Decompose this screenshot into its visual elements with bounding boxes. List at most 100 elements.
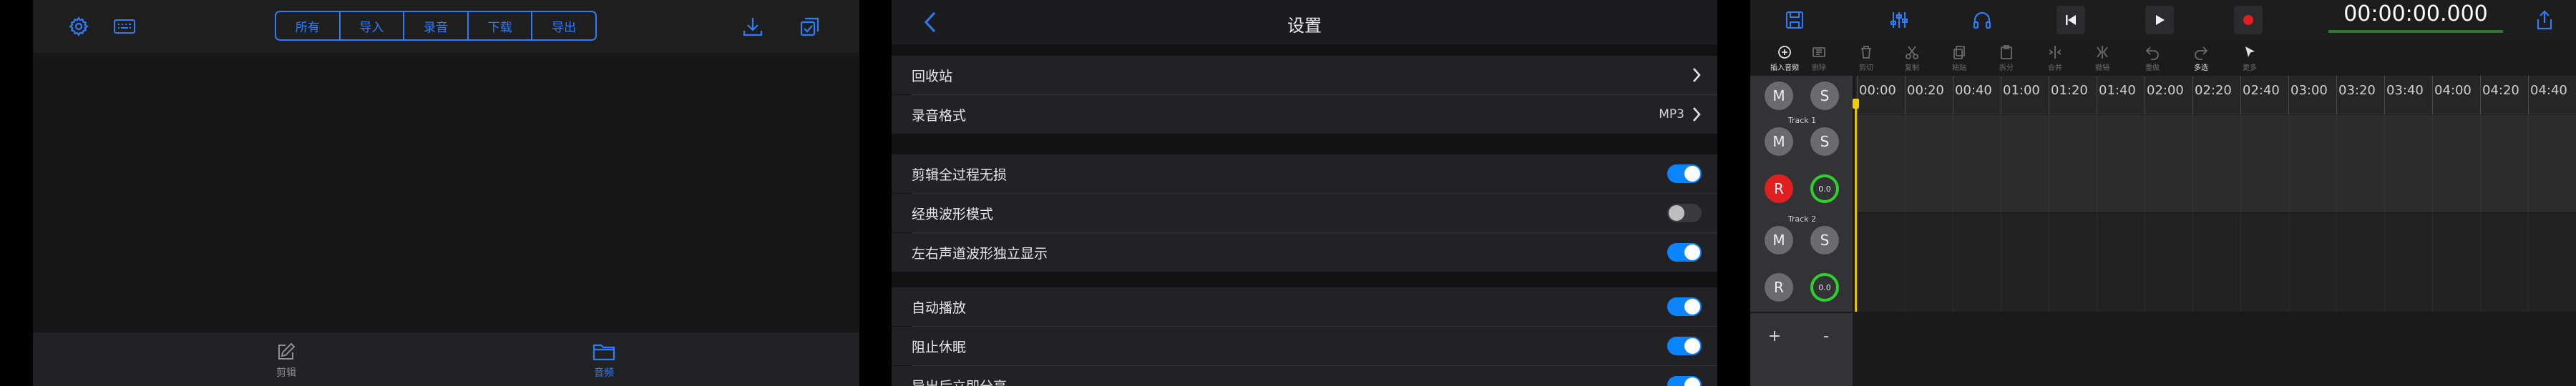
ruler-tick xyxy=(2192,76,2193,114)
setting-label: 回收站 xyxy=(912,68,953,84)
share-after-export-toggle[interactable] xyxy=(1667,376,1702,386)
copy-button[interactable]: 复制 xyxy=(1890,44,1933,72)
split-button[interactable]: 拆分 xyxy=(1985,44,2028,72)
top-bar: 所有 导入 录音 下载 导出 xyxy=(33,0,859,53)
tab-audio[interactable]: 音频 xyxy=(561,341,647,380)
track-1-mute-button[interactable]: M xyxy=(1765,127,1793,156)
cut-label: 剪切 xyxy=(1859,64,1873,72)
share-icon[interactable] xyxy=(2530,6,2559,34)
ruler-tick-label: 01:00 xyxy=(2003,83,2040,98)
track-1-lane[interactable] xyxy=(1855,115,2576,212)
segment-all[interactable]: 所有 xyxy=(276,12,341,39)
split-icon xyxy=(2049,46,2062,59)
ruler-tick-label: 02:20 xyxy=(2195,83,2232,98)
time-level-bar xyxy=(2328,30,2503,33)
scissors-icon xyxy=(1906,46,1918,59)
playhead[interactable] xyxy=(1855,100,1857,312)
bottom-tab-bar: 剪辑 音频 xyxy=(33,333,859,386)
multi-select-icon[interactable] xyxy=(797,14,823,39)
download-icon[interactable] xyxy=(740,14,766,39)
ruler-tick-label: 01:40 xyxy=(2099,83,2136,98)
delete-button[interactable]: 删除 xyxy=(1797,44,1840,72)
recording-format-value: MP3 xyxy=(1659,107,1684,122)
chevron-right-icon xyxy=(1693,68,1701,82)
edit-tools-strip: 插入音频 删除 剪切 复制 粘贴 拆分 合并 撤销 重做 多选 更多 xyxy=(1750,40,2576,76)
ruler-tick xyxy=(2432,76,2433,114)
copy-label: 复制 xyxy=(1905,64,1919,72)
redo-label: 重做 xyxy=(2145,64,2160,72)
ruler-tick xyxy=(2336,76,2337,114)
play-icon[interactable] xyxy=(2145,6,2174,34)
more-button[interactable]: 更多 xyxy=(2228,44,2271,72)
chevron-right-icon xyxy=(1693,107,1701,122)
track-2-lane[interactable] xyxy=(1855,214,2576,312)
undo-icon xyxy=(2145,46,2159,60)
record-icon[interactable] xyxy=(2234,6,2263,34)
setting-row-recording-format[interactable]: 录音格式 MP3 xyxy=(892,95,1717,134)
paste-icon xyxy=(2001,45,2012,59)
multiselect-button[interactable]: 多选 xyxy=(2180,44,2223,72)
prevent-sleep-toggle[interactable] xyxy=(1667,337,1702,355)
edit-icon xyxy=(278,342,296,360)
remove-track-button[interactable]: - xyxy=(1812,322,1840,350)
gear-icon[interactable] xyxy=(66,14,92,39)
ruler-tick xyxy=(2288,76,2289,114)
paste-label: 粘贴 xyxy=(1952,64,1966,72)
setting-label: 左右声道波形独立显示 xyxy=(912,245,1048,262)
master-mute-button[interactable]: M xyxy=(1765,81,1793,110)
setting-row-separate-channels: 左右声道波形独立显示 xyxy=(892,233,1717,272)
add-track-button[interactable]: + xyxy=(1760,322,1789,350)
track-1-solo-button[interactable]: S xyxy=(1810,127,1839,156)
headphones-icon[interactable] xyxy=(1968,6,1996,34)
empty-lane-area xyxy=(1855,312,2576,386)
ruler-tick-label: 03:40 xyxy=(2386,83,2424,98)
multiselect-label: 多选 xyxy=(2194,64,2208,72)
insert-audio-icon xyxy=(1778,46,1791,59)
playhead-handle[interactable] xyxy=(1853,99,1859,109)
folder-icon xyxy=(592,344,615,361)
master-solo-button[interactable]: S xyxy=(1810,81,1839,110)
track-2-record-arm-button[interactable]: R xyxy=(1765,273,1793,302)
segment-record[interactable]: 录音 xyxy=(404,12,469,39)
settings-screen: 设置 回收站 录音格式 MP3 剪辑全过程无损 经典波形模式 左右声道波形独立显… xyxy=(892,0,1717,386)
save-icon[interactable] xyxy=(1780,6,1809,34)
ruler-tick-label: 02:00 xyxy=(2147,83,2184,98)
setting-label: 阻止休眠 xyxy=(912,339,967,355)
ruler-tick-label: 02:40 xyxy=(2243,83,2280,98)
undo-button[interactable]: 撤销 xyxy=(2081,44,2124,72)
redo-button[interactable]: 重做 xyxy=(2131,44,2174,72)
keyboard-icon[interactable] xyxy=(112,14,137,39)
track-2-volume-knob[interactable]: 0.0 xyxy=(1810,273,1839,302)
setting-row-lossless-editing: 剪辑全过程无损 xyxy=(892,154,1717,193)
mixer-icon[interactable] xyxy=(1885,6,1913,34)
autoplay-toggle[interactable] xyxy=(1667,297,1702,316)
classic-waveform-toggle[interactable] xyxy=(1667,204,1702,222)
segment-import[interactable]: 导入 xyxy=(341,12,405,39)
track-2-solo-button[interactable]: S xyxy=(1810,226,1839,254)
merge-button[interactable]: 合并 xyxy=(2034,44,2077,72)
split-label: 拆分 xyxy=(1999,64,2014,72)
paste-button[interactable]: 粘贴 xyxy=(1938,44,1981,72)
segment-export[interactable]: 导出 xyxy=(532,12,595,39)
track-2-mute-button[interactable]: M xyxy=(1765,226,1793,254)
cut-button[interactable]: 剪切 xyxy=(1845,44,1888,72)
tab-edit[interactable]: 剪辑 xyxy=(243,341,329,380)
segment-download[interactable]: 下载 xyxy=(469,12,533,39)
tab-audio-label: 音频 xyxy=(594,367,614,379)
separate-channels-toggle[interactable] xyxy=(1667,243,1702,262)
copy-icon xyxy=(1953,46,1965,59)
skip-back-icon[interactable] xyxy=(2057,6,2085,34)
ruler-tick-label: 01:20 xyxy=(2051,83,2088,98)
more-label: 更多 xyxy=(2243,64,2257,72)
tab-edit-label: 剪辑 xyxy=(276,367,296,379)
track-1-record-arm-button[interactable]: R xyxy=(1765,174,1793,203)
ruler-tick xyxy=(1905,76,1906,114)
ruler-tick xyxy=(2480,76,2481,114)
timeline-ruler[interactable]: 00:00 00:20 00:40 01:00 01:20 01:40 02:00 02:20… xyxy=(1855,76,2576,114)
ruler-tick-label: 04:00 xyxy=(2434,83,2472,98)
setting-row-recycle-bin[interactable]: 回收站 xyxy=(892,56,1717,94)
setting-row-classic-waveform: 经典波形模式 xyxy=(892,194,1717,232)
setting-label: 导出后立即分享 xyxy=(912,376,1007,386)
lossless-editing-toggle[interactable] xyxy=(1667,164,1702,183)
track-1-volume-knob[interactable]: 0.0 xyxy=(1810,174,1839,203)
